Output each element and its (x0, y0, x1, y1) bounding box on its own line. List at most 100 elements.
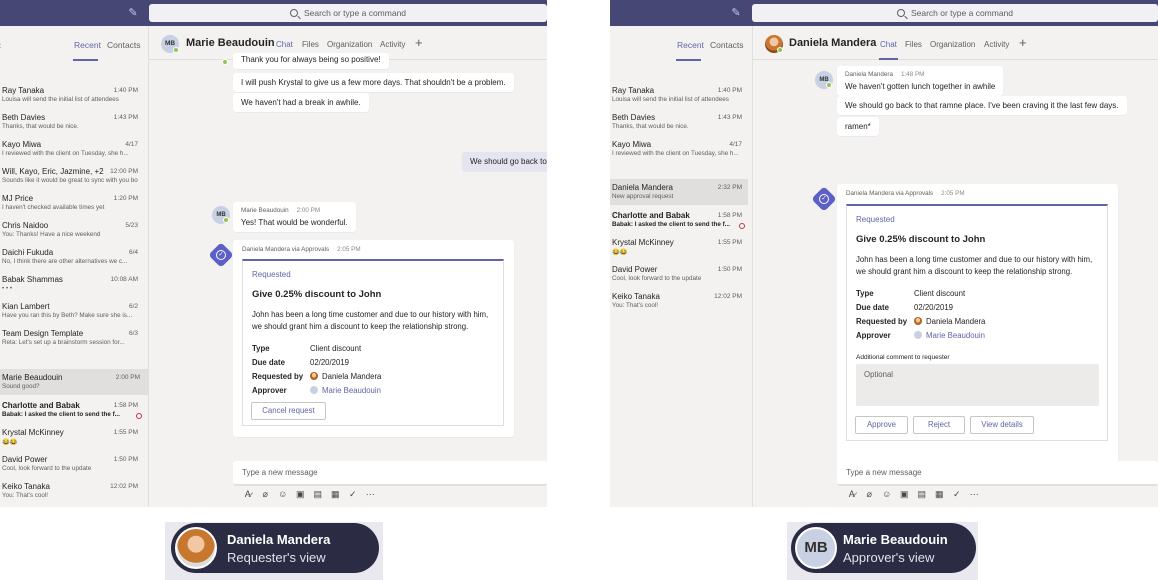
list-item[interactable]: Babak Shammas 10:08 AM • • • (0, 271, 148, 297)
list-item[interactable]: MJ Price 1:20 PM I haven't checked availab… (0, 190, 148, 216)
chat-name: Charlotte and Babak (2, 401, 80, 410)
message-bubble: Thank you for always being so positive! (233, 53, 389, 69)
more-icon[interactable]: ⋯ (966, 489, 984, 500)
list-item[interactable]: Kayo Miwa 4/17 I reviewed with the client … (0, 136, 148, 162)
chat-preview: Sound good? (2, 383, 40, 390)
approver-link[interactable]: Marie Beaudouin (926, 331, 985, 340)
tab-files[interactable]: Files (302, 40, 319, 49)
format-icon[interactable]: A̷ (239, 489, 257, 499)
emoji-icon[interactable]: ☺ (274, 489, 292, 499)
approvals-icon[interactable]: ✓ (948, 489, 966, 500)
gif-icon[interactable]: ▣ (292, 489, 310, 500)
list-item[interactable]: Keiko Tanaka 12:02 PM You: That's cool! (0, 478, 148, 504)
new-chat-icon[interactable]: ✎ (729, 6, 743, 20)
list-item[interactable]: Kian Lambert 6/2 Have you ran this by Beth… (0, 298, 148, 324)
tab-chat[interactable]: Chat (880, 40, 897, 49)
urgent-icon (136, 413, 142, 419)
chat-name: Krystal McKinney (2, 428, 64, 437)
tab-recent[interactable]: Recent (677, 40, 704, 50)
chat-name: David Power (2, 455, 48, 464)
caption-name: Daniela Mandera (227, 532, 331, 547)
tab-activity[interactable]: Activity (984, 40, 1009, 49)
list-item[interactable]: Will, Kayo, Eric, Jazmine, +2 12:00 PM Sou… (0, 163, 148, 189)
presence-available-icon (777, 47, 783, 53)
tab-contacts[interactable]: Contacts (107, 40, 141, 50)
list-item[interactable]: Ray Tanaka 1:40 PM Louisa will send the in… (610, 82, 748, 108)
caption-pill: MB Marie Beaudouin Approver's view (791, 523, 976, 573)
chat-name: Kian Lambert (2, 302, 50, 311)
search-box[interactable]: Search or type a command (149, 4, 547, 22)
sticker-icon[interactable]: ▤ (309, 489, 327, 500)
list-item[interactable]: Beth Davies 1:43 PM Thanks, that would be … (0, 109, 148, 135)
compose-toolbar: A̷ ⌀ ☺ ▣ ▤ ▦ ✓ ⋯ (843, 489, 983, 500)
add-tab-icon[interactable]: + (1019, 35, 1027, 50)
message-bubble: Daniela Mandera 1:48 PM We haven't gotten… (837, 66, 1004, 96)
tab-chat[interactable]: Chat (276, 40, 293, 49)
approval-card: Requested Give 0.25% discount to John Jo… (242, 259, 504, 426)
list-item-selected[interactable]: Marie Beaudouin 2:00 PM Sound good? (0, 369, 148, 395)
list-item[interactable]: Charlotte and Babak 1:58 PM Babak: I asked… (0, 397, 148, 423)
tab-organization[interactable]: Organization (930, 40, 975, 49)
chat-preview: I reviewed with the client on Tuesday, s… (612, 150, 739, 157)
comment-field[interactable]: Optional (856, 364, 1099, 406)
list-item[interactable]: David Power 1:50 PM Cool, look forward to … (0, 451, 148, 477)
list-item-selected[interactable]: Daniela Mandera 2:32 PM New approval reque… (610, 179, 748, 205)
field-value: Daniela Mandera (926, 317, 986, 326)
tab-organization[interactable]: Organization (327, 40, 372, 49)
add-tab-icon[interactable]: + (415, 35, 423, 50)
field-label: Approver (252, 386, 287, 395)
format-icon[interactable]: A̷ (843, 489, 861, 499)
field-label: Due date (856, 303, 889, 312)
sticker-icon[interactable]: ▤ (913, 489, 931, 500)
meet-icon[interactable]: ▦ (327, 489, 345, 500)
view-details-button[interactable]: View details (970, 416, 1034, 434)
tab-contacts[interactable]: Contacts (710, 40, 744, 50)
new-chat-icon[interactable]: ✎ (126, 6, 140, 20)
avatar (914, 331, 922, 339)
emoji-icon[interactable]: ☺ (878, 489, 896, 499)
tab-recent[interactable]: Recent (74, 40, 101, 50)
gif-icon[interactable]: ▣ (896, 489, 914, 500)
attach-icon[interactable]: ⌀ (257, 489, 275, 500)
presence-available-icon (173, 47, 179, 53)
list-item[interactable]: Krystal McKinney 1:55 PM 😂😂 (610, 234, 748, 260)
message-input[interactable]: Type a new message (837, 461, 1158, 486)
list-item[interactable]: Daichi Fukuda 6/4 No, I think there are ot… (0, 244, 148, 270)
list-item[interactable]: Beth Davies 1:43 PM Thanks, that would be … (610, 109, 748, 135)
chat-preview: Cool, look forward to the update (612, 275, 702, 282)
list-item[interactable]: Krystal McKinney 1:55 PM 😂😂 (0, 424, 148, 450)
chat-time: 12:00 PM (110, 168, 138, 175)
chat-time: 1:50 PM (113, 456, 138, 463)
message-input[interactable]: Type a new message (233, 461, 547, 486)
search-placeholder: Search or type a command (910, 8, 1014, 18)
card-time: 2:05 PM (337, 246, 361, 253)
meet-icon[interactable]: ▦ (931, 489, 949, 500)
urgent-icon (739, 223, 745, 229)
cancel-request-button[interactable]: Cancel request (251, 402, 326, 420)
approvals-app-icon: ✓ (811, 186, 837, 212)
approver-link[interactable]: Marie Beaudouin (322, 386, 381, 395)
chat-time: 1:58 PM (113, 402, 138, 409)
list-item[interactable]: Charlotte and Babak 1:58 PM Babak: I asked… (610, 207, 748, 233)
tab-underline (676, 59, 701, 61)
approvals-icon[interactable]: ✓ (344, 489, 362, 500)
attach-icon[interactable]: ⌀ (861, 489, 879, 500)
message-bubble: ramen* (837, 117, 879, 136)
tab-files[interactable]: Files (905, 40, 922, 49)
presence-available-icon (223, 217, 229, 223)
reject-button[interactable]: Reject (913, 416, 965, 434)
tab-activity[interactable]: Activity (380, 40, 405, 49)
list-item[interactable]: David Power 1:50 PM Cool, look forward to … (610, 261, 748, 287)
list-item[interactable]: Keiko Tanaka 12:02 PM You: That's cool! (610, 288, 748, 314)
list-item[interactable]: Ray Tanaka 1:40 PM Louisa will send the in… (0, 82, 148, 108)
chat-preview: I haven't checked available times yet (2, 204, 105, 211)
search-box[interactable]: Search or type a command (752, 4, 1158, 22)
approvals-app-icon: ✓ (208, 242, 234, 268)
chat-time: 4/17 (125, 141, 138, 148)
search-icon (289, 9, 298, 17)
list-item[interactable]: Team Design Template 6/3 Reta: Let's set u… (0, 325, 148, 351)
more-icon[interactable]: ⋯ (362, 489, 380, 500)
approve-button[interactable]: Approve (855, 416, 908, 434)
list-item[interactable]: Kayo Miwa 4/17 I reviewed with the client … (610, 136, 748, 162)
list-item[interactable]: Chris Naidoo 5/23 You: Thanks! Have a nice… (0, 217, 148, 243)
